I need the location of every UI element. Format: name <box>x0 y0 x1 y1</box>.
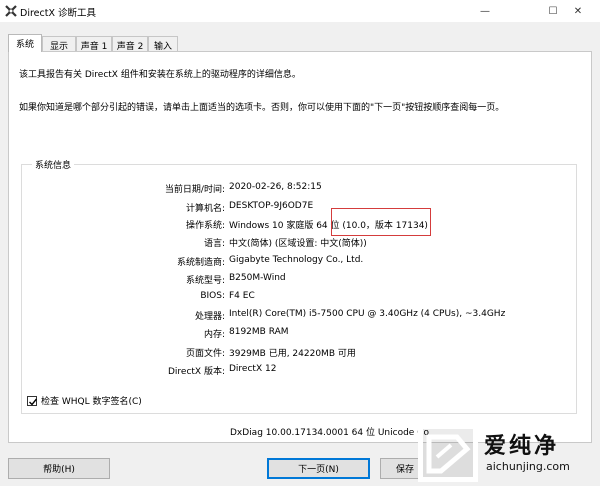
processor-label: 处理器: <box>194 312 225 322</box>
directx-version-value: DirectX 12 <box>229 364 277 374</box>
intro-text-2: 如果你知道是哪个部分引起的错误，请单击上面适当的选项卡。否则，你可以使用下面的"… <box>19 103 505 113</box>
whql-checkbox-label: 检查 WHQL 数字签名(C) <box>41 397 142 407</box>
os-label: 操作系统: <box>185 221 225 231</box>
whql-checkbox-row[interactable]: 检查 WHQL 数字签名(C) <box>27 394 142 407</box>
whql-checkbox[interactable] <box>27 395 38 406</box>
os-version-highlight <box>331 208 431 236</box>
bios-label: BIOS: <box>200 291 225 301</box>
system-info-group-title: 系统信息 <box>32 158 75 171</box>
language-value: 中文(简体) (区域设置: 中文(简体)) <box>229 239 367 249</box>
memory-value: 8192MB RAM <box>229 327 289 337</box>
watermark-url: aichunjing.com <box>486 460 570 473</box>
computer-name-value: DESKTOP-9J6OD7E <box>229 201 314 211</box>
checkmark-icon <box>29 398 38 406</box>
next-page-button[interactable]: 下一页(N) <box>267 458 370 479</box>
tab-display[interactable]: 显示 <box>42 36 76 52</box>
model-label: 系统型号: <box>185 276 225 286</box>
dxdiag-version-text: DxDiag 10.00.17134.0001 64 位 Unicode Co <box>230 428 429 438</box>
bios-value: F4 EC <box>229 291 255 301</box>
window-title: DirectX 诊断工具 <box>20 8 96 19</box>
intro-text-1: 该工具报告有关 DirectX 组件和安装在系统上的驱动程序的详细信息。 <box>19 70 301 80</box>
processor-value: Intel(R) Core(TM) i5-7500 CPU @ 3.40GHz … <box>229 309 506 319</box>
directx-icon <box>5 5 17 17</box>
help-button[interactable]: 帮助(H) <box>8 458 110 479</box>
model-value: B250M-Wind <box>229 273 286 283</box>
computer-name-label: 计算机名: <box>185 204 225 214</box>
language-label: 语言: <box>203 239 225 249</box>
tab-system[interactable]: 系统 <box>8 34 42 52</box>
page-file-value: 3929MB 已用, 24220MB 可用 <box>229 349 356 359</box>
system-tab-panel: 该工具报告有关 DirectX 组件和安装在系统上的驱动程序的详细信息。 如果你… <box>8 51 592 443</box>
memory-label: 内存: <box>203 330 225 340</box>
tab-input[interactable]: 输入 <box>148 36 178 52</box>
date-time-value: 2020-02-26, 8:52:15 <box>229 182 322 192</box>
close-button[interactable]: ✕ <box>556 0 600 22</box>
minimize-button[interactable]: — <box>463 0 507 22</box>
watermark-name: 爱纯净 <box>484 434 560 459</box>
title-bar: DirectX 诊断工具 — ☐ ✕ <box>0 0 600 22</box>
date-time-label: 当前日期/时间: <box>164 185 225 195</box>
directx-version-label: DirectX 版本: <box>167 367 225 377</box>
watermark: 爱纯净 aichunjing.com <box>414 420 600 486</box>
manufacturer-value: Gigabyte Technology Co., Ltd. <box>229 255 364 265</box>
tab-sound-2[interactable]: 声音 2 <box>112 36 148 52</box>
aichunjing-logo-icon <box>418 424 478 482</box>
tab-sound-1[interactable]: 声音 1 <box>76 36 112 52</box>
page-file-label: 页面文件: <box>185 349 225 359</box>
manufacturer-label: 系统制造商: <box>176 258 225 268</box>
